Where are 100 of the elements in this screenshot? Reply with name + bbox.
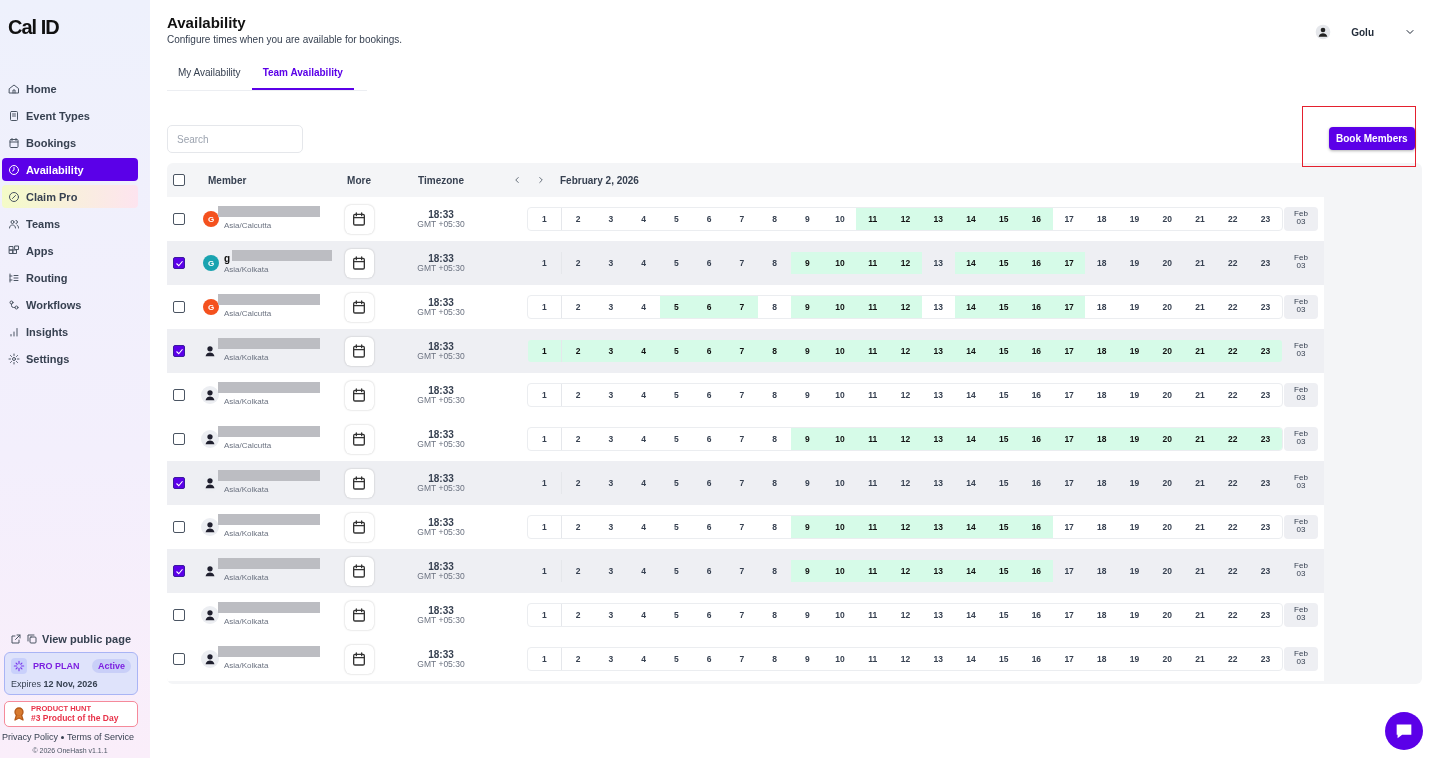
hour-slot[interactable]: 16 xyxy=(1020,384,1053,406)
hour-slot[interactable]: 2 xyxy=(561,604,595,626)
hour-slot[interactable]: 11 xyxy=(856,648,890,670)
hour-slot[interactable]: 13 xyxy=(921,560,955,582)
hour-slot[interactable]: 15 xyxy=(987,472,1020,494)
hour-slot[interactable]: 21 xyxy=(1183,648,1217,670)
hour-slot[interactable]: 7 xyxy=(725,340,759,362)
hour-slot[interactable]: 5 xyxy=(659,604,693,626)
hour-slot[interactable]: 22 xyxy=(1216,648,1250,670)
chat-button[interactable] xyxy=(1385,712,1423,750)
hour-slot[interactable]: 5 xyxy=(659,472,693,494)
checkbox[interactable] xyxy=(173,565,185,577)
hour-slot[interactable]: 9 xyxy=(790,384,824,406)
hour-slot[interactable]: 20 xyxy=(1150,516,1184,538)
hour-slot[interactable]: 22 xyxy=(1216,340,1250,362)
checkbox[interactable] xyxy=(173,213,185,225)
hour-slot[interactable]: 9 xyxy=(790,648,824,670)
hour-slot[interactable]: 18 xyxy=(1085,648,1119,670)
hour-slot[interactable]: 17 xyxy=(1052,296,1086,318)
hour-slot[interactable]: 12 xyxy=(889,428,922,450)
hour-slot[interactable]: 8 xyxy=(758,384,791,406)
hour-slot[interactable]: 6 xyxy=(692,252,726,274)
hour-slot[interactable]: 11 xyxy=(856,252,890,274)
hour-slot[interactable]: 3 xyxy=(594,516,628,538)
hour-slot[interactable]: 17 xyxy=(1052,208,1086,230)
hour-slot[interactable]: 21 xyxy=(1183,384,1217,406)
hour-slot[interactable]: 22 xyxy=(1216,516,1250,538)
calendar-button[interactable] xyxy=(344,292,374,322)
hour-slot[interactable]: 9 xyxy=(790,516,824,538)
hour-slot[interactable]: 19 xyxy=(1118,560,1151,582)
calendar-button[interactable] xyxy=(344,512,374,542)
hour-slot[interactable]: 16 xyxy=(1020,252,1053,274)
hour-slot[interactable]: 5 xyxy=(659,428,693,450)
hour-slot[interactable]: 3 xyxy=(594,252,628,274)
hour-slot[interactable]: 4 xyxy=(627,472,660,494)
hour-slot[interactable]: 6 xyxy=(692,648,726,670)
footer-link[interactable]: Terms of Service xyxy=(67,732,135,742)
hour-slot[interactable]: 10 xyxy=(823,252,857,274)
hour-slot[interactable]: 5 xyxy=(659,516,693,538)
hour-slot[interactable]: 4 xyxy=(627,648,660,670)
hour-slot[interactable]: 19 xyxy=(1118,208,1151,230)
hour-slot[interactable]: 1 xyxy=(528,208,562,230)
hour-slot[interactable]: 14 xyxy=(954,604,988,626)
chevron-right-icon[interactable] xyxy=(536,175,546,185)
hour-slot[interactable]: 12 xyxy=(889,560,922,582)
hour-slot[interactable]: 9 xyxy=(790,472,824,494)
hour-slot[interactable]: 8 xyxy=(758,604,791,626)
hour-slot[interactable]: 6 xyxy=(692,516,726,538)
hour-slot[interactable]: 11 xyxy=(856,472,890,494)
hour-slot[interactable]: 7 xyxy=(725,296,759,318)
hour-slot[interactable]: 20 xyxy=(1150,208,1184,230)
hour-slot[interactable]: 14 xyxy=(954,560,988,582)
hour-slot[interactable]: 2 xyxy=(561,340,595,362)
hour-slot[interactable]: 4 xyxy=(627,384,660,406)
hour-slot[interactable]: 5 xyxy=(659,296,693,318)
hour-slot[interactable]: 8 xyxy=(758,428,791,450)
hour-slot[interactable]: 1 xyxy=(528,384,562,406)
hour-slot[interactable]: 7 xyxy=(725,384,759,406)
calendar-button[interactable] xyxy=(344,380,374,410)
hour-slot[interactable]: 19 xyxy=(1118,384,1151,406)
hour-slot[interactable]: 23 xyxy=(1249,208,1282,230)
hour-slot[interactable]: 1 xyxy=(528,296,562,318)
hour-slot[interactable]: 3 xyxy=(594,340,628,362)
hour-slot[interactable]: 13 xyxy=(921,604,955,626)
hour-slot[interactable]: 9 xyxy=(790,560,824,582)
hour-slot[interactable]: 1 xyxy=(528,648,562,670)
hour-slot[interactable]: 11 xyxy=(856,428,890,450)
hour-slot[interactable]: 5 xyxy=(659,252,693,274)
hour-slot[interactable]: 20 xyxy=(1150,384,1184,406)
hour-slot[interactable]: 14 xyxy=(954,340,988,362)
hour-slot[interactable]: 11 xyxy=(856,340,890,362)
hour-slot[interactable]: 16 xyxy=(1020,560,1053,582)
hour-slot[interactable]: 9 xyxy=(790,208,824,230)
hour-slot[interactable]: 23 xyxy=(1249,560,1282,582)
hour-slot[interactable]: 8 xyxy=(758,296,791,318)
hour-slot[interactable]: 20 xyxy=(1150,296,1184,318)
hour-slot[interactable]: 18 xyxy=(1085,516,1119,538)
hour-slot[interactable]: 8 xyxy=(758,648,791,670)
hour-slot[interactable]: 22 xyxy=(1216,428,1250,450)
hour-slot[interactable]: 9 xyxy=(790,252,824,274)
hour-slot[interactable]: 23 xyxy=(1249,472,1282,494)
hour-slot[interactable]: 18 xyxy=(1085,428,1119,450)
calendar-button[interactable] xyxy=(344,204,374,234)
hour-slot[interactable]: 12 xyxy=(889,604,922,626)
hour-slot[interactable]: 13 xyxy=(921,384,955,406)
chevron-left-icon[interactable] xyxy=(512,175,522,185)
hour-slot[interactable]: 13 xyxy=(921,648,955,670)
hour-slot[interactable]: 21 xyxy=(1183,472,1217,494)
hour-slot[interactable]: 13 xyxy=(921,472,955,494)
hour-slot[interactable]: 6 xyxy=(692,384,726,406)
hour-slot[interactable]: 6 xyxy=(692,472,726,494)
hour-slot[interactable]: 4 xyxy=(627,604,660,626)
hour-slot[interactable]: 22 xyxy=(1216,604,1250,626)
hour-slot[interactable]: 10 xyxy=(823,384,857,406)
hour-slot[interactable]: 19 xyxy=(1118,604,1151,626)
hour-slot[interactable]: 14 xyxy=(954,252,988,274)
hour-slot[interactable]: 7 xyxy=(725,560,759,582)
hour-slot[interactable]: 5 xyxy=(659,384,693,406)
hour-slot[interactable]: 13 xyxy=(921,428,955,450)
hour-slot[interactable]: 20 xyxy=(1150,648,1184,670)
